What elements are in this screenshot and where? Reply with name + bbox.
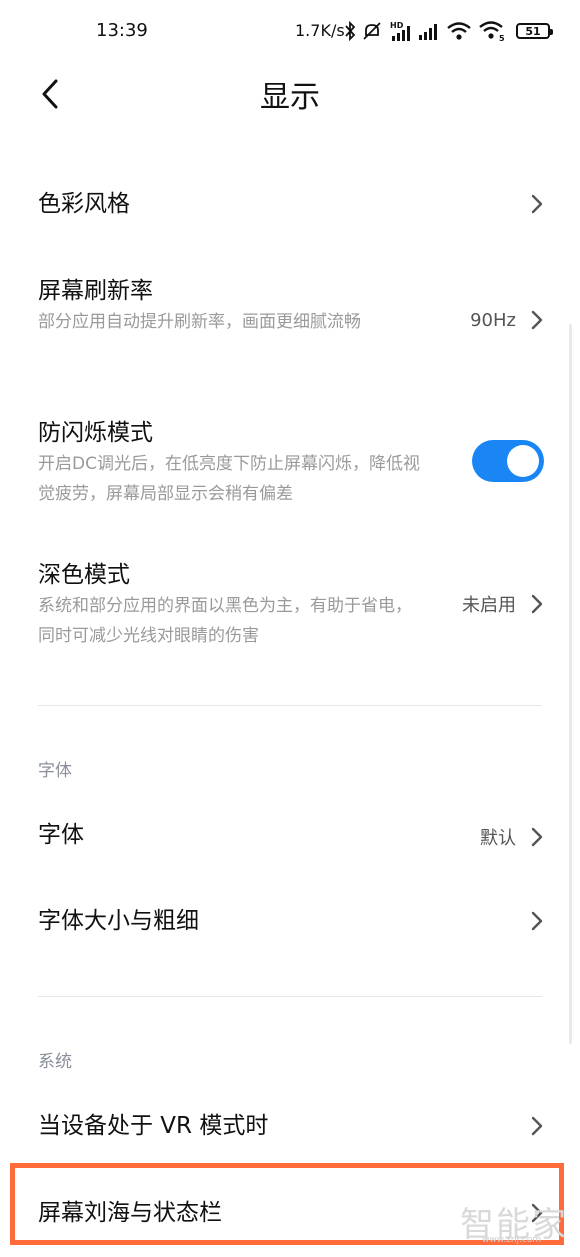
mute-icon	[363, 22, 381, 40]
refresh-rate-title: 屏幕刷新率	[38, 278, 153, 304]
signal-icon	[419, 24, 437, 40]
vr-mode-item[interactable]: 当设备处于 VR 模式时	[38, 1110, 544, 1142]
chevron-right-icon	[531, 1116, 543, 1136]
font-title: 字体	[38, 822, 84, 848]
chevron-right-icon	[531, 310, 543, 330]
title-bar: 显示	[0, 64, 580, 124]
svg-text:HD: HD	[390, 21, 404, 30]
chevron-right-icon	[531, 827, 543, 847]
divider	[38, 996, 542, 997]
color-style-item[interactable]: 色彩风格	[38, 188, 544, 220]
chevron-right-icon	[531, 594, 543, 614]
refresh-rate-value: 90Hz	[470, 309, 516, 331]
page-title: 显示	[260, 80, 320, 115]
wifi-calling-icon: 5	[479, 21, 505, 42]
vr-mode-title: 当设备处于 VR 模式时	[38, 1113, 269, 1139]
font-size-item[interactable]: 字体大小与粗细	[38, 905, 544, 937]
battery-icon: 51	[516, 23, 553, 39]
hd-signal-icon: HD	[390, 21, 410, 41]
refresh-rate-subtitle: 部分应用自动提升刷新率，画面更细腻流畅	[38, 312, 361, 332]
anti-flicker-item: 防闪烁模式 开启DC调光后，在低亮度下防止屏幕闪烁，降低视觉疲劳，屏幕局部显示会…	[38, 417, 544, 509]
font-size-title: 字体大小与粗细	[38, 908, 199, 934]
section-header-font: 字体	[38, 761, 72, 781]
status-net-speed: 1.7K/s	[295, 21, 345, 40]
chevron-right-icon	[531, 194, 543, 214]
anti-flicker-subtitle: 开启DC调光后，在低亮度下防止屏幕闪烁，降低视觉疲劳，屏幕局部显示会稍有偏差	[38, 454, 420, 504]
font-value: 默认	[480, 828, 516, 849]
section-header-system: 系统	[38, 1052, 72, 1072]
divider	[38, 705, 542, 706]
dark-mode-value: 未启用	[462, 595, 516, 616]
battery-level: 51	[525, 25, 541, 38]
status-icons: HD 5 51	[344, 16, 553, 46]
anti-flicker-title: 防闪烁模式	[38, 420, 153, 446]
status-time: 13:39	[96, 20, 148, 41]
watermark: 智能家 www.znj.com	[460, 1197, 570, 1247]
color-style-title: 色彩风格	[38, 191, 130, 217]
dark-mode-subtitle: 系统和部分应用的界面以黑色为主，有助于省电，同时可减少光线对眼睛的伤害	[38, 596, 412, 646]
bluetooth-icon	[345, 21, 356, 41]
watermark-url: www.znj.com	[482, 1235, 542, 1245]
font-item[interactable]: 字体 默认	[38, 819, 544, 851]
toggle-knob	[507, 445, 539, 477]
status-bar: 13:39 1.7K/s HD 5 51	[0, 0, 580, 64]
svg-text:5: 5	[499, 34, 505, 42]
dark-mode-item[interactable]: 深色模式 系统和部分应用的界面以黑色为主，有助于省电，同时可减少光线对眼睛的伤害…	[38, 559, 544, 651]
dark-mode-title: 深色模式	[38, 562, 130, 588]
refresh-rate-item[interactable]: 屏幕刷新率 部分应用自动提升刷新率，画面更细腻流畅 90Hz	[38, 275, 544, 337]
chevron-right-icon	[531, 911, 543, 931]
scrollbar[interactable]	[569, 324, 572, 1044]
anti-flicker-toggle[interactable]	[472, 440, 544, 482]
wifi-icon	[447, 22, 471, 40]
